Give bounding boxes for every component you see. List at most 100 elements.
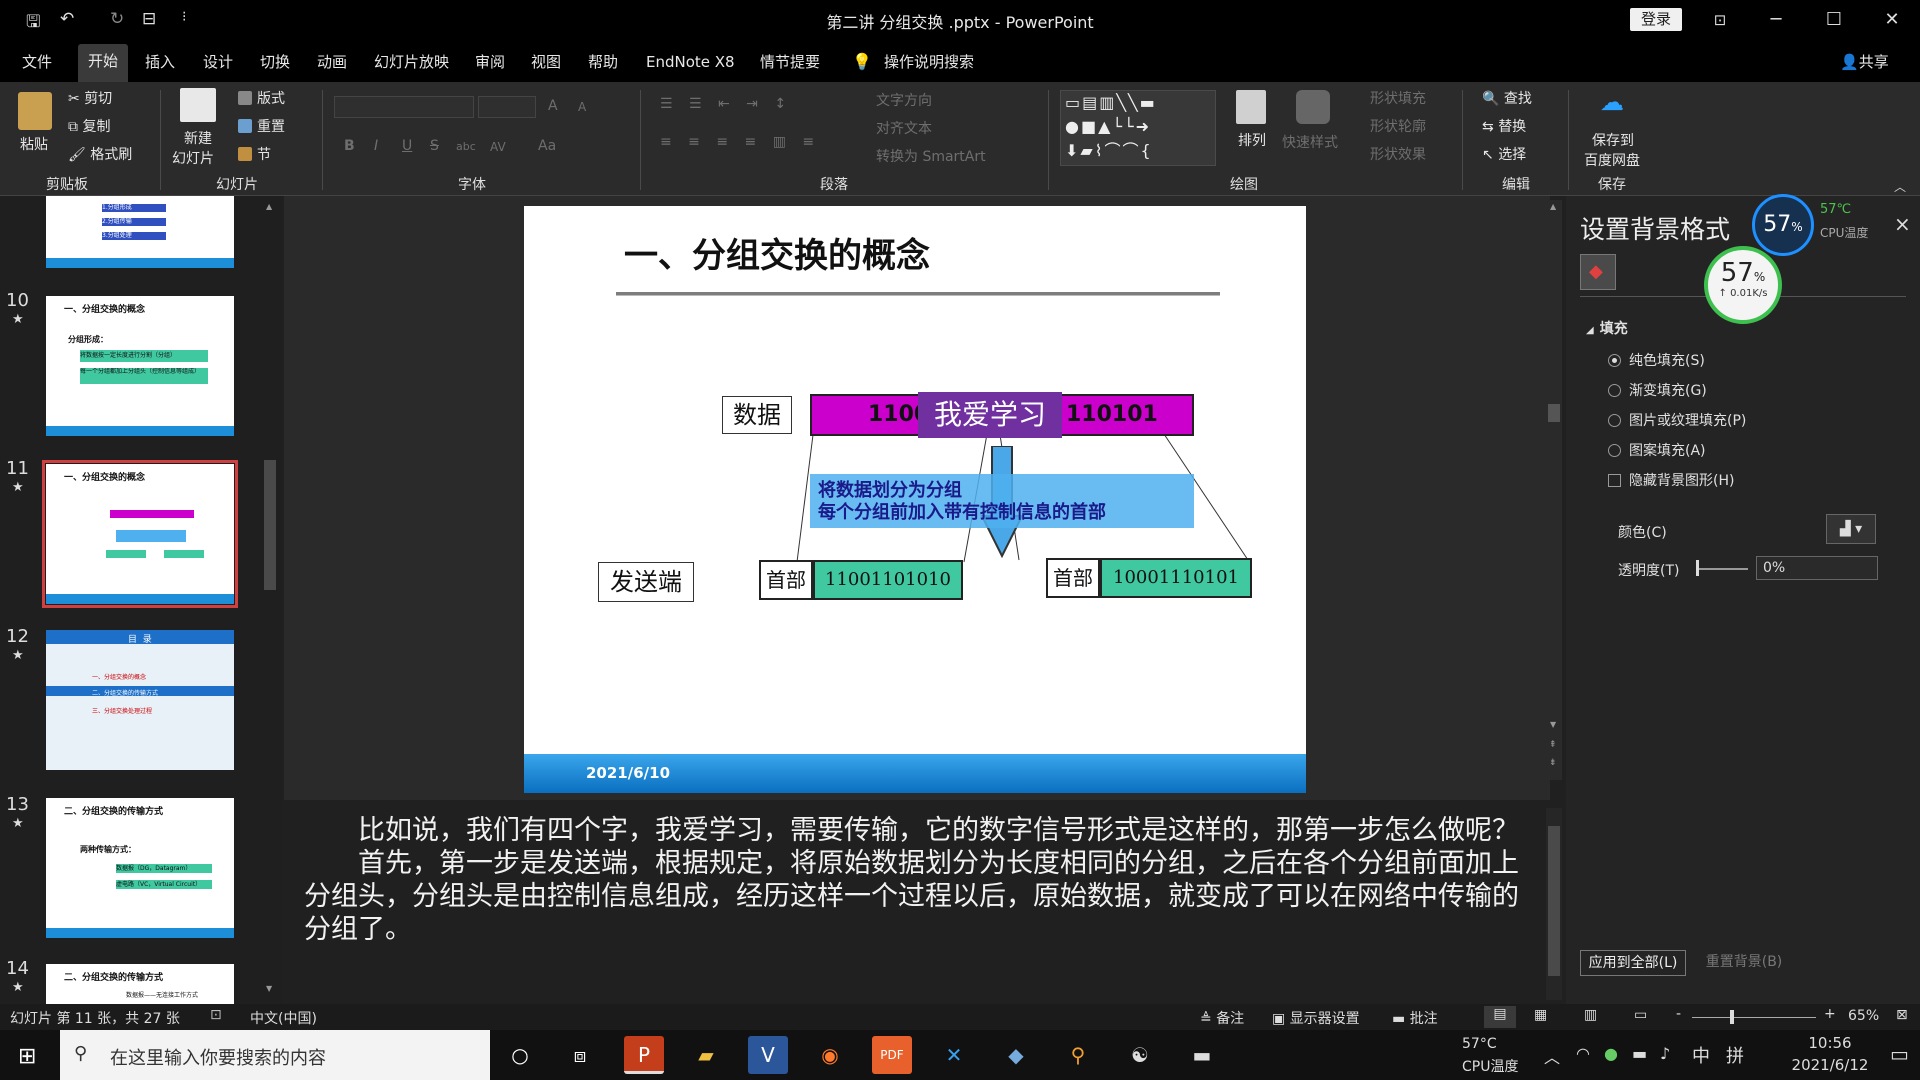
- zoom-slider-handle[interactable]: [1730, 1010, 1734, 1024]
- new-slide-button[interactable]: 新建: [184, 128, 212, 148]
- shadow-button[interactable]: abc: [456, 140, 476, 153]
- grow-font-icon[interactable]: A: [548, 98, 558, 114]
- section-button[interactable]: 节: [238, 144, 271, 164]
- layout-button[interactable]: 版式: [238, 88, 285, 108]
- thumbnails-scrollbar[interactable]: ▲ ▼: [262, 200, 278, 1000]
- windows-start-icon[interactable]: ⊞: [18, 1044, 36, 1069]
- save-baidu-label[interactable]: 百度网盘: [1584, 150, 1640, 170]
- notes-scrollbar[interactable]: [1546, 808, 1562, 1000]
- scroll-thumb[interactable]: [1548, 404, 1560, 422]
- scroll-up-icon[interactable]: ▲: [1550, 202, 1556, 211]
- share-button[interactable]: 👤共享: [1840, 50, 1889, 74]
- fill-section-header[interactable]: ◢ 填充: [1586, 318, 1628, 338]
- fit-slide-icon[interactable]: ⊠: [1896, 1007, 1908, 1023]
- redo-icon[interactable]: ↻: [110, 9, 124, 31]
- save-icon[interactable]: 🖫: [26, 9, 40, 32]
- close-button[interactable]: ✕: [1870, 6, 1914, 34]
- zoom-level[interactable]: 65%: [1848, 1008, 1879, 1024]
- align-text-button[interactable]: 对齐文本: [876, 118, 932, 138]
- notes-toggle[interactable]: ≜ 备注: [1200, 1008, 1244, 1028]
- align-buttons[interactable]: ≡ ≡ ≡ ≡ ▥ ≡: [660, 134, 820, 150]
- display-settings-button[interactable]: ▣ 显示器设置: [1272, 1008, 1360, 1028]
- battery-icon[interactable]: ▬: [1632, 1044, 1647, 1063]
- ime-pinyin[interactable]: 拼: [1726, 1042, 1744, 1068]
- notes-text[interactable]: 比如说，我们有四个字，我爱学习，需要传输，它的数字信号形式是这样的，那第一步怎么…: [304, 814, 1524, 946]
- clock-date[interactable]: 2021/6/12: [1770, 1056, 1890, 1074]
- list-buttons[interactable]: ☰ ☰ ⇤ ⇥ ↕: [660, 96, 792, 112]
- reset-button[interactable]: 重置: [238, 116, 285, 136]
- slide-thumbnail-14[interactable]: 二、分组交换的传输方式 数据报——无连接工作方式: [46, 964, 234, 1004]
- vscode-icon[interactable]: ✕: [934, 1036, 974, 1074]
- scroll-thumb[interactable]: [264, 460, 276, 590]
- network-icon[interactable]: ◠: [1576, 1044, 1590, 1063]
- comments-button[interactable]: ▬ 批注: [1392, 1008, 1438, 1028]
- sender-label-box[interactable]: 发送端: [598, 562, 694, 602]
- slide-thumbnail-12[interactable]: 目 录 一、分组交换的概念 二、分组交换的传输方式 三、分组交换处理过程: [46, 630, 234, 770]
- header-box-1[interactable]: 首部: [759, 560, 813, 600]
- format-painter-button[interactable]: 🖌 格式刷: [68, 144, 132, 164]
- transparency-input[interactable]: 0%: [1756, 556, 1878, 580]
- slide-thumbnail-10[interactable]: 一、分组交换的概念 分组形成： 将数据按一定长度进行分割（分组） 每一个分组都加…: [46, 296, 234, 436]
- gradient-fill-radio[interactable]: 渐变填充(G): [1608, 380, 1707, 400]
- scroll-down-icon[interactable]: ▼: [1550, 720, 1556, 729]
- reset-background-button[interactable]: 重置背景(B): [1696, 950, 1792, 976]
- tab-storyboard[interactable]: 情节提要: [760, 50, 820, 74]
- scroll-up-icon[interactable]: ▲: [266, 202, 272, 211]
- paste-button[interactable]: 粘贴: [20, 134, 48, 154]
- shape-fill-button[interactable]: 形状填充: [1370, 88, 1426, 108]
- editor-scrollbar[interactable]: ▲ ▼ ⇞ ⇟: [1546, 200, 1562, 780]
- paste-icon[interactable]: [18, 92, 52, 130]
- shape-effects-button[interactable]: 形状效果: [1370, 144, 1426, 164]
- slider-handle[interactable]: [1696, 560, 1699, 576]
- tab-home[interactable]: 开始: [78, 44, 129, 82]
- quick-styles-button[interactable]: 快速样式: [1282, 132, 1338, 152]
- fill-tab[interactable]: ◆: [1580, 254, 1616, 290]
- picture-fill-radio[interactable]: 图片或纹理填充(P): [1608, 410, 1746, 430]
- overlay-text-box[interactable]: 我爱学习: [918, 392, 1062, 438]
- new-slide-icon[interactable]: [180, 88, 216, 122]
- change-case-button[interactable]: Aa: [538, 138, 556, 154]
- shrink-font-icon[interactable]: A: [578, 100, 586, 114]
- powerpoint-taskbar-icon[interactable]: P: [624, 1036, 664, 1074]
- prev-slide-icon[interactable]: ⇞: [1549, 740, 1557, 750]
- slide-thumbnail-13[interactable]: 二、分组交换的传输方式 两种传输方式： 数据报（DG，Datagram） 虚电路…: [46, 798, 234, 938]
- scroll-down-icon[interactable]: ▼: [266, 984, 272, 993]
- customize-icon[interactable]: ⁝: [182, 9, 186, 31]
- data-label-box[interactable]: 数据: [722, 396, 792, 434]
- tray-app-icon[interactable]: ●: [1604, 1044, 1618, 1063]
- transparency-slider[interactable]: [1698, 568, 1748, 570]
- slideshow-icon[interactable]: ▭: [1634, 1007, 1647, 1023]
- text-direction-button[interactable]: 文字方向: [876, 90, 932, 110]
- firefox-icon[interactable]: ◉: [810, 1036, 850, 1074]
- tab-animations[interactable]: 动画: [317, 50, 347, 74]
- smartart-button[interactable]: 转换为 SmartArt: [876, 146, 986, 166]
- replace-button[interactable]: ⇆ 替换: [1482, 116, 1526, 136]
- zoom-in-button[interactable]: +: [1824, 1006, 1836, 1022]
- slide-canvas[interactable]: 一、分组交换的概念 数据 1100 110101 我爱学习 将数据划分为分组 每…: [524, 206, 1306, 793]
- login-button[interactable]: 登录: [1630, 8, 1682, 31]
- clock-time[interactable]: 10:56: [1790, 1034, 1870, 1052]
- tell-me-search[interactable]: 操作说明搜索: [884, 50, 974, 74]
- tab-insert[interactable]: 插入: [145, 50, 175, 74]
- bold-button[interactable]: B: [344, 138, 355, 154]
- font-size-box[interactable]: [478, 96, 536, 118]
- ribbon-display-icon[interactable]: ⊡: [1698, 6, 1742, 34]
- zoom-out-button[interactable]: -: [1676, 1006, 1681, 1022]
- undo-icon[interactable]: ↶: [60, 9, 74, 31]
- pane-close-button[interactable]: ×: [1894, 212, 1911, 236]
- tab-file[interactable]: 文件: [22, 50, 52, 74]
- file-explorer-icon[interactable]: ▰: [686, 1036, 726, 1074]
- present-icon[interactable]: ⊟: [142, 9, 156, 31]
- copy-button[interactable]: ⧉ 复制: [68, 116, 110, 136]
- tab-endnote[interactable]: EndNote X8: [646, 50, 735, 74]
- find-button[interactable]: 🔍 查找: [1482, 88, 1532, 108]
- slide-sorter-icon[interactable]: ▦: [1534, 1007, 1547, 1023]
- chevron-up-icon[interactable]: ︿: [1544, 1044, 1560, 1068]
- zoom-slider[interactable]: [1692, 1017, 1816, 1018]
- tab-slideshow[interactable]: 幻灯片放映: [374, 50, 449, 74]
- packet-box-1[interactable]: 11001101010: [813, 560, 963, 600]
- arrange-button[interactable]: 排列: [1238, 130, 1266, 150]
- tab-design[interactable]: 设计: [203, 50, 233, 74]
- char-spacing-button[interactable]: AV: [490, 140, 506, 154]
- language-indicator[interactable]: 中文(中国): [250, 1008, 317, 1028]
